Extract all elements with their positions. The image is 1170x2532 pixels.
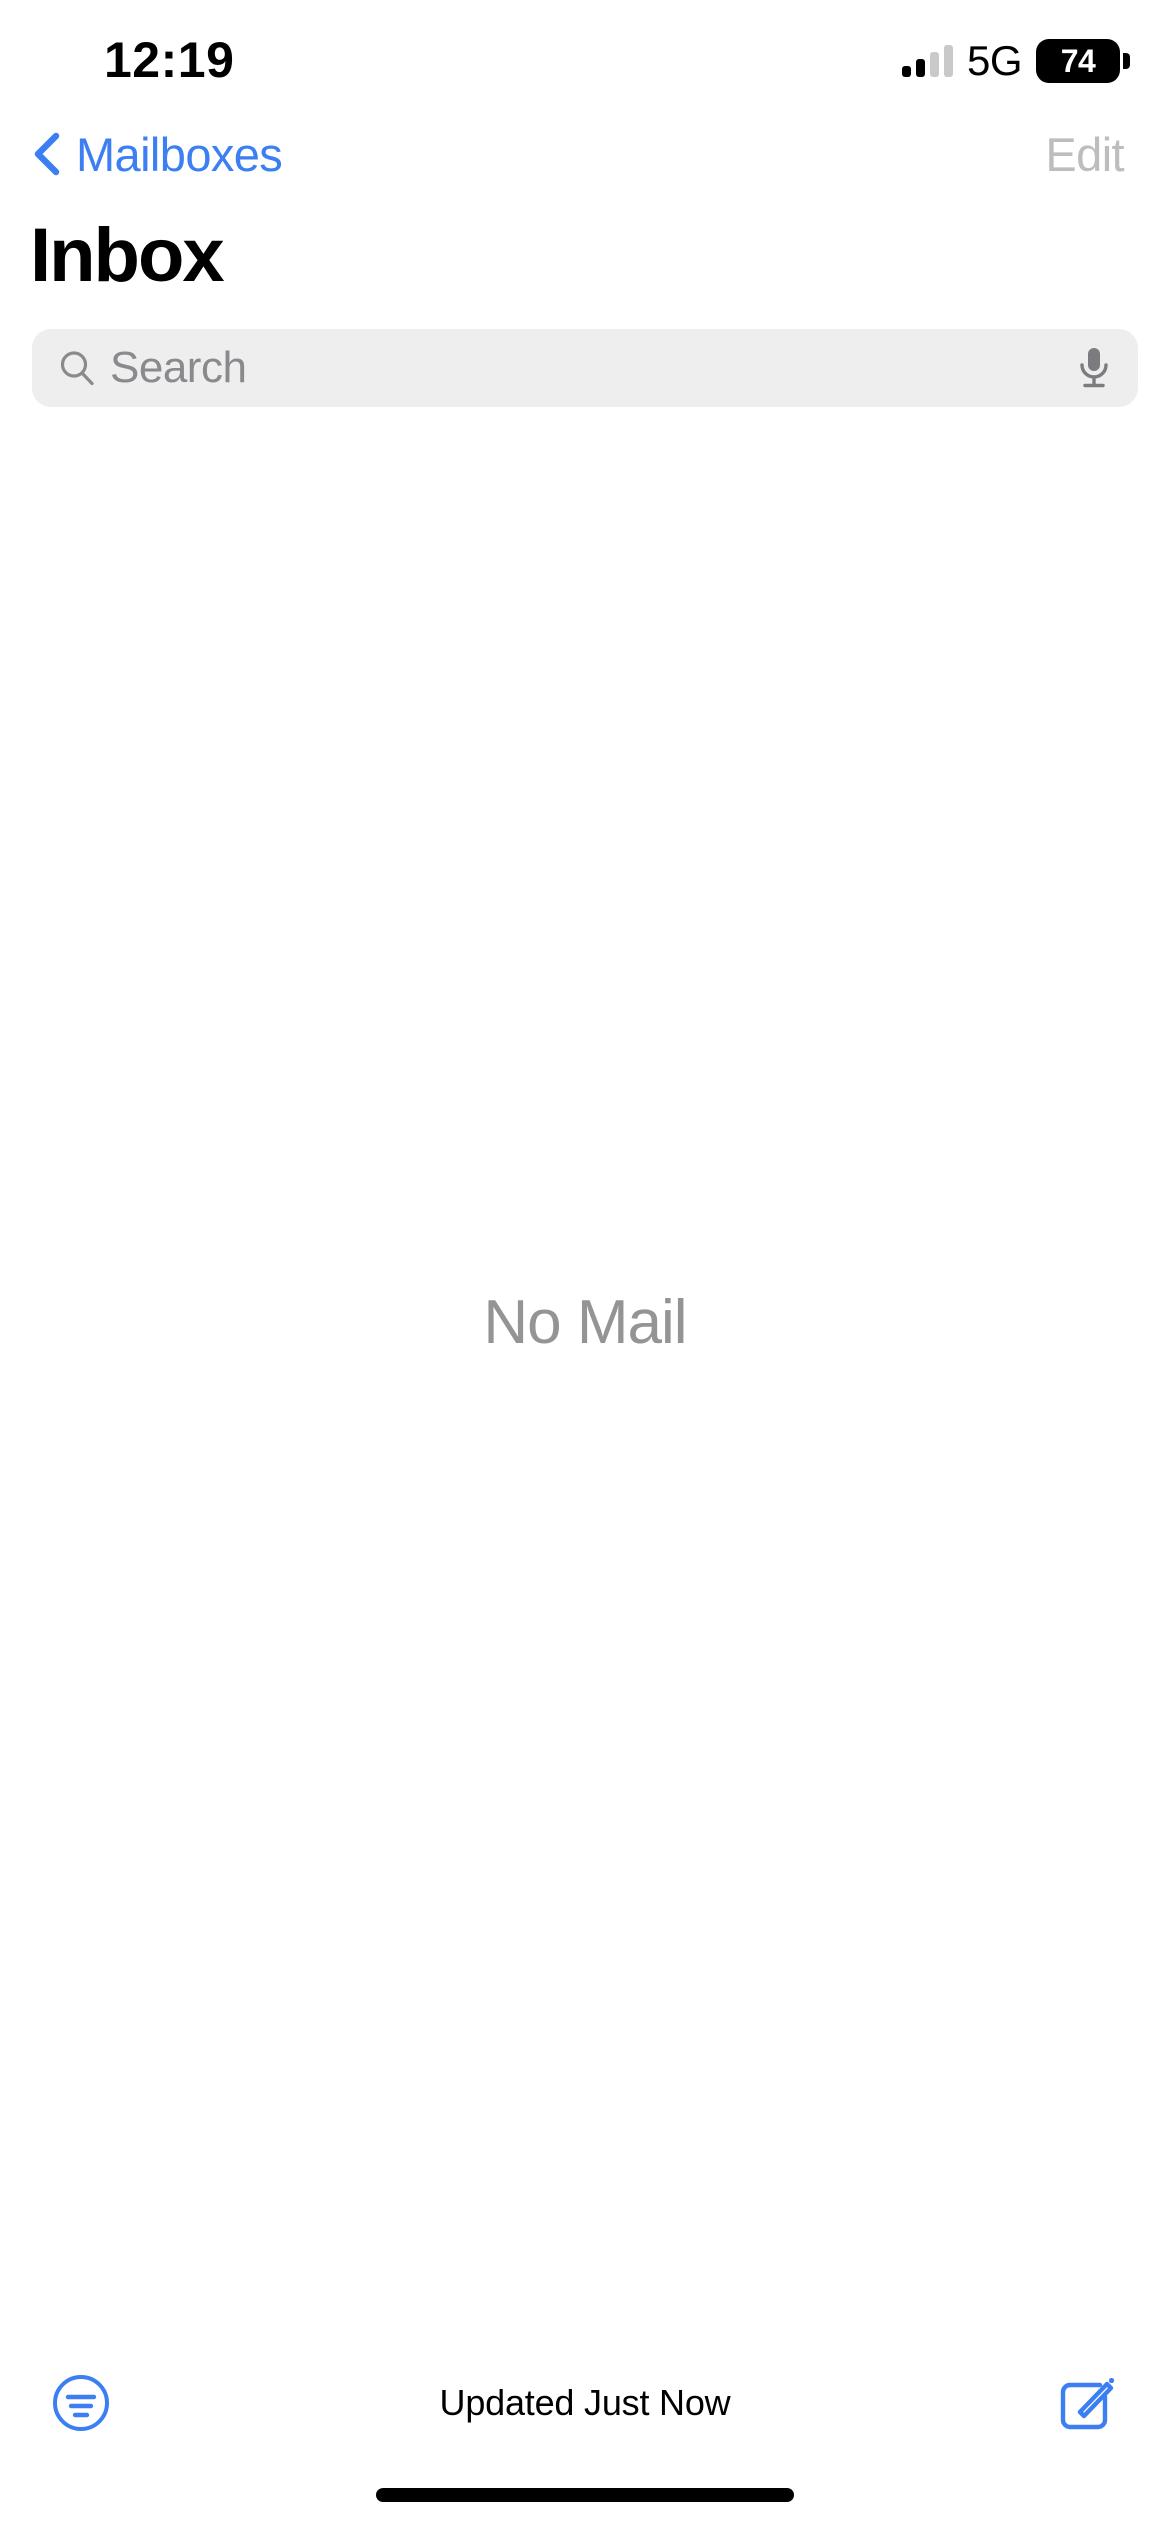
search-input[interactable]: Search — [32, 329, 1138, 407]
battery-level-label: 74 — [1060, 42, 1096, 79]
update-status-label: Updated Just Now — [439, 2382, 731, 2423]
page-title: Inbox — [30, 213, 225, 298]
signal-bar-1 — [901, 66, 911, 77]
status-bar-time: 12:19 — [104, 32, 235, 88]
search-bar-container: Search — [0, 312, 1170, 424]
back-button-label: Mailboxes — [76, 127, 283, 181]
signal-bar-3 — [929, 52, 939, 77]
page-title-container: Inbox — [0, 200, 1170, 312]
home-indicator-area — [0, 2466, 1170, 2532]
status-bar-indicators: 5G 74 — [901, 37, 1130, 85]
mail-inbox-screen: 12:19 5G 74 Mailboxes Edit Inbox Search … — [0, 0, 1170, 2532]
chevron-left-icon — [34, 132, 60, 176]
bottom-toolbar: Updated Just Now — [0, 2340, 1170, 2466]
status-bar: 12:19 5G 74 — [0, 0, 1170, 108]
signal-bar-2 — [915, 59, 925, 77]
empty-state-message: No Mail — [483, 1287, 687, 1357]
home-indicator[interactable] — [376, 2488, 794, 2502]
filter-icon — [53, 2375, 109, 2431]
battery-body: 74 — [1036, 39, 1120, 83]
edit-button[interactable]: Edit — [1045, 127, 1130, 182]
battery-icon: 74 — [1036, 39, 1130, 83]
signal-bar-4 — [943, 45, 953, 77]
navigation-bar: Mailboxes Edit — [0, 108, 1170, 200]
cellular-signal-icon — [901, 45, 953, 77]
network-type-label: 5G — [966, 37, 1023, 84]
search-icon — [60, 351, 94, 386]
filter-button[interactable] — [52, 2374, 110, 2432]
message-list-area: No Mail — [0, 424, 1170, 2340]
battery-cap — [1123, 53, 1130, 69]
back-to-mailboxes-button[interactable]: Mailboxes — [30, 127, 283, 182]
compose-icon — [1060, 2377, 1115, 2430]
search-placeholder-text: Search — [110, 343, 247, 392]
microphone-icon[interactable] — [1076, 345, 1112, 391]
compose-button[interactable] — [1056, 2372, 1118, 2434]
